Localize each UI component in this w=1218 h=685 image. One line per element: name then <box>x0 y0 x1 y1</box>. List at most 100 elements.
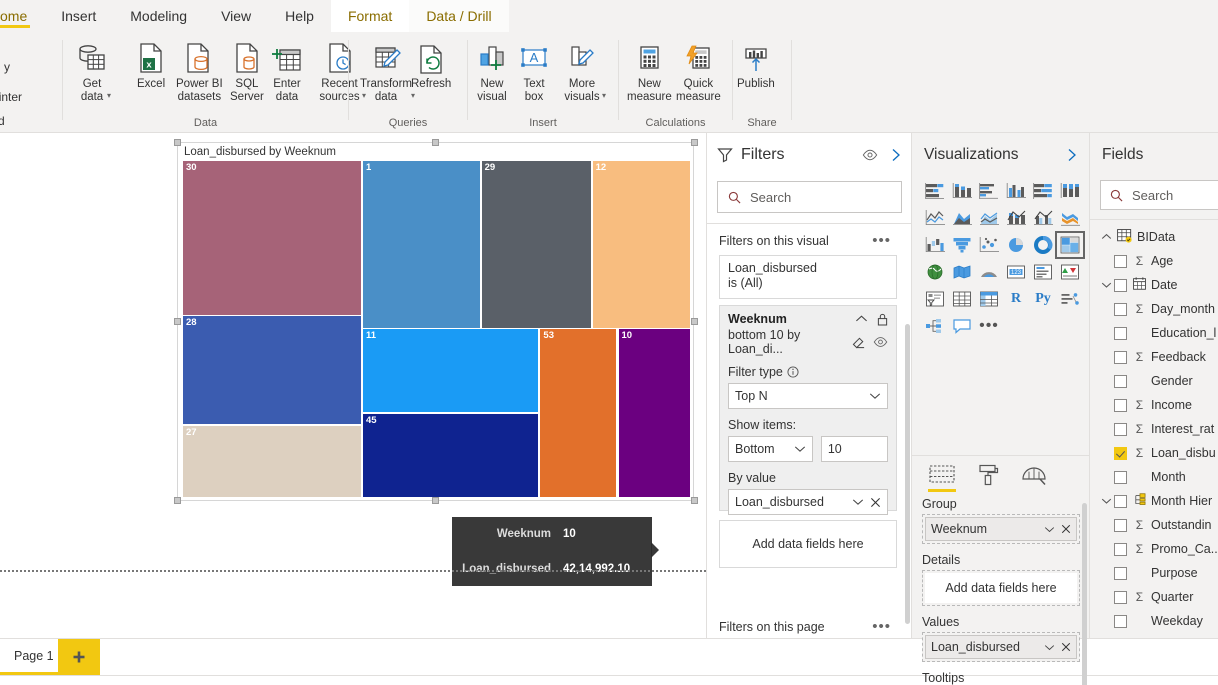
field-checkbox[interactable] <box>1114 255 1127 268</box>
field-row-promo-campaign[interactable]: Σ Promo_Ca.. <box>1090 537 1218 561</box>
more-visuals-button[interactable]: More visuals ▾ <box>558 37 606 100</box>
resize-handle-top-right[interactable] <box>691 139 698 146</box>
treemap-tile-12[interactable]: 12 <box>593 161 690 328</box>
table-icon[interactable] <box>949 287 975 311</box>
matrix-icon[interactable] <box>976 287 1002 311</box>
filters-search-input[interactable]: Search <box>717 181 902 213</box>
treemap-tile-27[interactable]: 27 <box>183 426 361 497</box>
collapse-filters-chevron-right-icon[interactable] <box>890 148 902 162</box>
scatter-chart-icon[interactable] <box>976 233 1002 257</box>
resize-handle-middle-right[interactable] <box>691 318 698 325</box>
power-bi-datasets-button[interactable]: Power BI datasets <box>176 37 223 104</box>
treemap-tile-10[interactable]: 10 <box>619 329 690 497</box>
remove-field-close-icon[interactable] <box>870 497 881 508</box>
r-script-visual-icon[interactable]: R <box>1003 287 1029 311</box>
key-influencers-icon[interactable] <box>1057 287 1083 311</box>
treemap-tile-30[interactable]: 30 <box>183 161 361 315</box>
field-row-interest-rate[interactable]: Σ Interest_rat <box>1090 417 1218 441</box>
field-row-gender[interactable]: Gender <box>1090 369 1218 393</box>
filter-card-weeknum[interactable]: Weeknum bottom 10 by Loan_di... Filter t… <box>719 305 897 511</box>
field-checkbox[interactable] <box>1114 519 1127 532</box>
lock-icon[interactable] <box>877 313 888 326</box>
stacked-bar-chart-icon[interactable] <box>922 179 948 203</box>
transform-data-chevron-down-icon[interactable]: ▾ <box>411 91 415 100</box>
donut-chart-icon[interactable] <box>1030 233 1056 257</box>
field-row-outstanding[interactable]: Σ Outstandin <box>1090 513 1218 537</box>
refresh-button[interactable]: Refresh <box>411 37 451 91</box>
area-chart-icon[interactable] <box>949 206 975 230</box>
remove-field-close-icon[interactable] <box>1061 524 1071 534</box>
chevron-down-icon[interactable] <box>1044 644 1055 651</box>
get-data-button[interactable]: Get data ▾ <box>73 37 111 100</box>
treemap-tile-45[interactable]: 45 <box>363 414 538 497</box>
field-row-education-level[interactable]: Education_l <box>1090 321 1218 345</box>
filters-page-more-options-icon[interactable]: ••• <box>872 623 891 631</box>
visualization-type-grid[interactable]: 123 R Py ••• <box>922 179 1082 338</box>
by-value-select[interactable]: Loan_disbursed <box>728 489 888 515</box>
publish-button[interactable]: Publish <box>737 37 775 91</box>
resize-handle-top-center[interactable] <box>432 139 439 146</box>
get-data-chevron-down-icon[interactable]: ▾ <box>107 91 111 100</box>
new-visual-button[interactable]: New visual <box>476 37 508 104</box>
field-row-day-month[interactable]: Σ Day_month <box>1090 297 1218 321</box>
well-group[interactable]: Weeknum <box>922 514 1080 544</box>
field-row-loan-disbursed[interactable]: Σ Loan_disbu <box>1090 441 1218 465</box>
filters-add-data-fields-dropzone[interactable]: Add data fields here <box>719 520 897 568</box>
arcgis-map-icon[interactable] <box>976 260 1002 284</box>
clear-filter-eraser-icon[interactable] <box>852 336 866 349</box>
report-canvas[interactable]: Loan_disbursed by Weeknum 30282711145295… <box>0 133 706 638</box>
qna-visual-icon[interactable] <box>949 314 975 338</box>
collapse-chevron-up-icon[interactable] <box>1098 233 1114 241</box>
resize-handle-middle-left[interactable] <box>174 318 181 325</box>
field-checkbox[interactable] <box>1114 279 1127 292</box>
python-visual-icon[interactable]: Py <box>1030 287 1056 311</box>
add-page-button[interactable] <box>58 639 100 675</box>
tab-modeling[interactable]: Modeling <box>113 0 204 32</box>
text-box-button[interactable]: A Text box <box>519 37 549 104</box>
treemap-plot-area[interactable]: 3028271114529531210 <box>183 161 690 497</box>
line-stacked-column-chart-icon[interactable] <box>1003 206 1029 230</box>
chevron-down-icon[interactable] <box>1044 526 1055 533</box>
treemap-tile-29[interactable]: 29 <box>482 161 591 328</box>
clustered-bar-chart-icon[interactable] <box>976 179 1002 203</box>
100-stacked-bar-chart-icon[interactable] <box>1030 179 1056 203</box>
info-icon[interactable] <box>787 366 799 378</box>
ribbon-chart-icon[interactable] <box>1057 206 1083 230</box>
funnel-chart-icon[interactable] <box>949 233 975 257</box>
field-row-age[interactable]: Σ Age <box>1090 249 1218 273</box>
field-row-quarter[interactable]: Σ Quarter <box>1090 585 1218 609</box>
format-painter-label[interactable]: at painter <box>0 90 22 104</box>
fields-search-input[interactable]: Search <box>1100 180 1218 210</box>
pie-chart-icon[interactable] <box>1003 233 1029 257</box>
remove-field-close-icon[interactable] <box>1061 642 1071 652</box>
field-checkbox[interactable] <box>1114 399 1127 412</box>
more-options-icon[interactable]: ••• <box>976 314 1002 338</box>
field-checkbox[interactable] <box>1114 375 1127 388</box>
treemap-tile-1[interactable]: 1 <box>363 161 480 328</box>
filter-card-loan-disbursed[interactable]: Loan_disbursed is (All) <box>719 255 897 299</box>
stacked-area-chart-icon[interactable] <box>976 206 1002 230</box>
field-row-purpose[interactable]: Purpose <box>1090 561 1218 585</box>
treemap-visual[interactable]: Loan_disbursed by Weeknum 30282711145295… <box>177 142 694 501</box>
transform-data-button[interactable]: Transform data ▾ <box>357 37 415 100</box>
field-row-date[interactable]: Date <box>1090 273 1218 297</box>
field-row-month[interactable]: Month <box>1090 465 1218 489</box>
field-checkbox[interactable] <box>1114 471 1127 484</box>
field-checkbox[interactable] <box>1114 327 1127 340</box>
line-clustered-column-chart-icon[interactable] <box>1030 206 1056 230</box>
tab-home[interactable]: ome <box>0 0 44 32</box>
tab-format[interactable]: Format <box>331 0 409 32</box>
expand-chevron-down-icon[interactable] <box>1098 497 1114 505</box>
fields-list[interactable]: BIData Σ Age Date Σ Day_month <box>1090 225 1218 638</box>
show-items-direction-select[interactable]: Bottom <box>728 436 813 462</box>
excel-button[interactable]: x Excel <box>137 37 165 91</box>
field-row-month-hierarchy[interactable]: Month Hier <box>1090 489 1218 513</box>
field-wells[interactable]: Group Weeknum Details Add data fields he… <box>912 497 1090 685</box>
treemap-tile-28[interactable]: 28 <box>183 316 361 424</box>
tab-insert[interactable]: Insert <box>44 0 113 32</box>
enter-data-button[interactable]: Enter data <box>271 37 303 104</box>
analytics-tab[interactable] <box>1020 462 1048 488</box>
map-icon[interactable] <box>922 260 948 284</box>
hide-filters-eye-icon[interactable] <box>862 148 878 162</box>
filled-map-icon[interactable] <box>949 260 975 284</box>
